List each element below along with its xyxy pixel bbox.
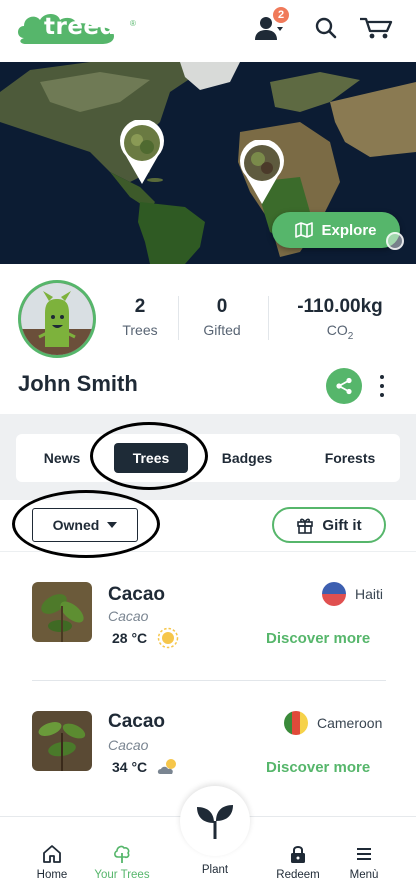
map-attribution-icon[interactable] (386, 232, 404, 250)
stat-gifted-value: 0 (216, 296, 228, 317)
share-button[interactable] (326, 368, 362, 404)
tree-name: Cacao (108, 711, 166, 732)
map-pin-haiti[interactable] (118, 118, 166, 191)
tree-card[interactable]: Cacao Cacao 28 °C Haiti Discover more (0, 552, 416, 680)
tree-photo (32, 582, 92, 642)
tab-forests[interactable]: Forests (308, 443, 392, 473)
tree-photo-image (32, 582, 92, 642)
nav-plant-label: Plant (201, 864, 229, 876)
tree-temperature: 34 °C (112, 759, 148, 775)
nav-home[interactable]: Home (12, 843, 92, 881)
map-pin-cameroon[interactable] (238, 138, 286, 211)
flag-cameroon-icon (284, 711, 308, 735)
stat-divider (268, 296, 269, 340)
stat-co2[interactable]: -110.00kg CO2 (280, 296, 400, 342)
lock-icon (291, 846, 305, 863)
more-dot (380, 384, 384, 388)
partly-cloudy-icon (156, 755, 180, 779)
stat-gifted-label: Gifted (203, 322, 241, 338)
plant-button[interactable] (180, 786, 250, 856)
tree-temperature: 28 °C (112, 630, 148, 646)
avatar-image (21, 283, 93, 355)
discover-more-link[interactable]: Discover more (266, 759, 370, 776)
tab-news[interactable]: News (30, 443, 94, 473)
cart-button[interactable] (358, 10, 394, 46)
share-icon (336, 377, 352, 395)
nav-menu-label: Menù (349, 869, 379, 881)
flag-haiti-icon (322, 582, 346, 606)
nav-your-trees[interactable]: Your Trees (82, 843, 162, 881)
stat-trees-value: 2 (134, 296, 146, 317)
map-pin-icon (120, 118, 164, 184)
chevron-down-icon (107, 522, 118, 528)
search-button[interactable] (308, 10, 344, 46)
hamburger-menu-icon (357, 848, 371, 860)
gift-it-button[interactable]: Gift it (272, 507, 386, 543)
sprout-icon (197, 805, 233, 839)
profile-tabs: News Trees Badges Forests (16, 434, 400, 482)
home-icon (43, 845, 61, 863)
nav-menu[interactable]: Menù (324, 843, 404, 881)
owned-filter-label: Owned (52, 517, 100, 533)
stat-trees-label: Trees (122, 322, 158, 338)
logo-text: treedom (44, 14, 158, 40)
avatar[interactable] (18, 280, 96, 358)
tree-country: Haiti (355, 586, 384, 602)
profile-section: 2 Trees 0 Gifted -110.00kg CO2 John Smit… (0, 264, 416, 414)
nav-your-trees-label: Your Trees (94, 869, 150, 881)
gift-it-label: Gift it (322, 516, 362, 534)
owned-filter-dropdown[interactable]: Owned (32, 508, 138, 542)
stat-co2-label-text: CO (326, 322, 348, 338)
tree-country: Cameroon (317, 715, 383, 731)
filter-row: Owned Gift it (0, 490, 416, 558)
world-map[interactable]: Explore (0, 62, 416, 264)
tree-photo (32, 711, 92, 771)
tab-trees[interactable]: Trees (114, 443, 188, 473)
gift-icon (297, 518, 314, 534)
treedom-logo[interactable]: treedom ® (14, 6, 157, 50)
user-name: John Smith (18, 371, 138, 396)
stat-divider (178, 296, 179, 340)
stat-gifted[interactable]: 0 Gifted (186, 296, 258, 338)
explore-label: Explore (321, 221, 377, 239)
discover-more-link[interactable]: Discover more (266, 630, 370, 647)
stat-co2-value: -110.00kg (297, 296, 383, 317)
tree-icon (114, 845, 130, 863)
more-options-button[interactable] (374, 372, 390, 400)
explore-button[interactable]: Explore (272, 212, 400, 248)
tree-species: Cacao (108, 608, 149, 624)
more-dot (380, 393, 384, 397)
nav-home-label: Home (36, 869, 68, 881)
cart-icon (360, 17, 393, 39)
notification-badge: 2 (272, 6, 290, 24)
app-header: treedom ® 2 (0, 0, 416, 62)
logo-registered-mark: ® (130, 19, 136, 28)
tree-name: Cacao (108, 584, 166, 605)
map-pin-icon (240, 138, 284, 204)
stat-trees[interactable]: 2 Trees (110, 296, 170, 338)
map-icon (295, 222, 314, 238)
tree-species: Cacao (108, 737, 149, 753)
stat-co2-label: CO2 (280, 322, 400, 342)
profile-tabs-area: News Trees Badges Forests (0, 414, 416, 500)
tree-photo-image (32, 711, 92, 771)
search-icon (315, 17, 337, 39)
tab-badges[interactable]: Badges (210, 443, 284, 473)
more-dot (380, 375, 384, 379)
stat-co2-label-sub: 2 (347, 330, 354, 342)
sunny-icon (156, 626, 180, 650)
